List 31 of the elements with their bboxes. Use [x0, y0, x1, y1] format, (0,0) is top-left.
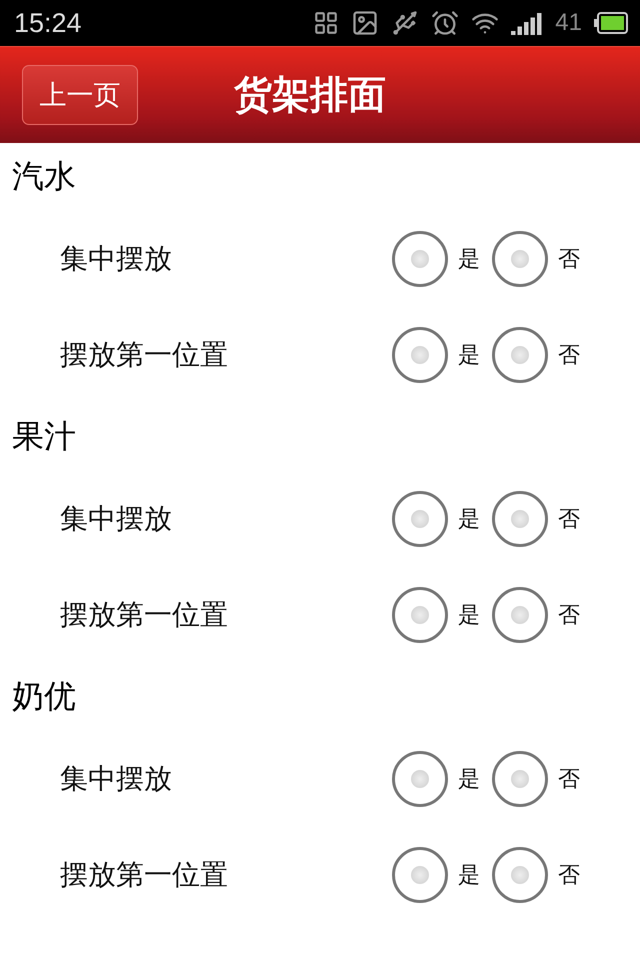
usb-icon — [391, 9, 420, 37]
option-label: 否 — [558, 766, 580, 794]
grid-icon — [313, 10, 340, 36]
option-label: 是 — [458, 862, 480, 890]
question-label: 摆放第一位置 — [60, 337, 228, 373]
question-label: 集中摆放 — [60, 241, 172, 277]
option-label: 否 — [558, 342, 580, 370]
option-label: 否 — [558, 506, 580, 534]
section-title: 果汁 — [11, 416, 77, 457]
battery-icon — [594, 12, 628, 34]
signal-icon — [511, 11, 544, 35]
option-label: 是 — [458, 342, 480, 370]
section-title: 奶优 — [11, 676, 77, 717]
option-label: 否 — [558, 246, 580, 274]
option-label: 是 — [458, 766, 480, 794]
option-label: 是 — [458, 246, 480, 274]
question-label: 摆放第一位置 — [60, 857, 228, 893]
question-label: 集中摆放 — [60, 761, 172, 797]
battery-percentage: 41 — [555, 9, 582, 37]
question-label: 摆放第一位置 — [60, 597, 228, 633]
section-title: 汽水 — [11, 156, 77, 197]
option-label: 否 — [558, 602, 580, 630]
clock-time: 15:24 — [14, 8, 82, 38]
option-label: 是 — [458, 506, 480, 534]
alarm-icon — [431, 9, 460, 37]
back-button[interactable]: 上一页 — [22, 65, 138, 125]
option-label: 是 — [458, 602, 480, 630]
question-label: 集中摆放 — [60, 501, 172, 537]
option-label: 否 — [558, 862, 580, 890]
image-icon — [351, 9, 380, 37]
page-title: 货架排面 — [234, 72, 386, 118]
